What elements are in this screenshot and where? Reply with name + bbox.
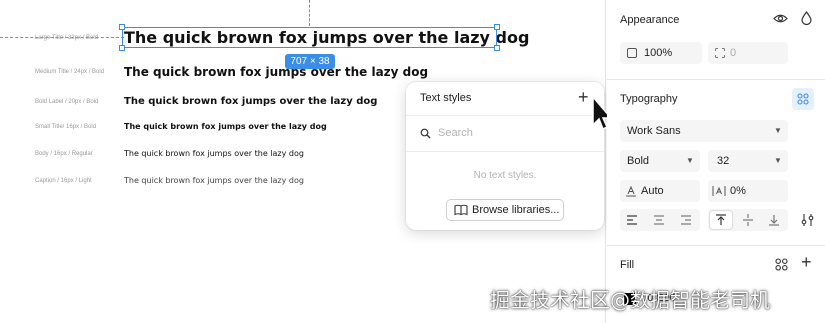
add-fill-plus-icon[interactable]: +	[801, 252, 812, 273]
font-size-select[interactable]: 32 ▼	[708, 150, 788, 172]
letter-spacing-field[interactable]: 0%	[708, 180, 788, 202]
line-height-field[interactable]: Auto	[620, 180, 700, 202]
type-settings-icon[interactable]	[801, 213, 815, 227]
resize-handle-top-right[interactable]	[494, 24, 500, 30]
row-label: Small Title/ 16px / Bold	[35, 124, 97, 130]
chevron-down-icon: ▼	[774, 126, 782, 135]
letter-spacing-icon	[712, 186, 726, 196]
row-label: Body / 16px / Regular	[35, 151, 93, 157]
section-divider	[607, 245, 825, 246]
drop-icon[interactable]	[801, 11, 812, 25]
align-bottom-icon[interactable]	[768, 214, 780, 226]
row-sample-text[interactable]: The quick brown fox jumps over the lazy …	[124, 65, 428, 79]
add-style-plus-icon[interactable]: +	[578, 88, 589, 106]
fill-styles-icon[interactable]	[775, 258, 788, 271]
align-left-icon[interactable]	[626, 214, 638, 226]
font-family-select[interactable]: Work Sans ▼	[620, 120, 788, 142]
appearance-section-title: Appearance	[620, 14, 680, 26]
row-sample-text[interactable]: The quick brown fox jumps over the lazy …	[124, 96, 377, 107]
popover-header: Text styles +	[406, 82, 604, 116]
row-sample-text[interactable]: The quick brown fox jumps over the lazy …	[124, 122, 327, 131]
row-sample-text[interactable]: The quick brown fox jumps over the lazy …	[124, 149, 304, 158]
align-middle-icon[interactable]	[742, 214, 754, 226]
row-label: Medium Title / 24px / Bold	[35, 69, 105, 75]
section-divider	[607, 79, 825, 80]
empty-state-text: No text styles.	[473, 170, 537, 181]
align-top-button[interactable]	[710, 211, 732, 229]
fill-section-title: Fill	[620, 259, 635, 271]
corner-radius-field[interactable]: 0	[708, 42, 788, 64]
font-size-value: 32	[717, 155, 730, 167]
letter-spacing-value: 0%	[730, 185, 746, 197]
styles-grid-button[interactable]	[792, 88, 814, 110]
vertical-guide	[309, 0, 310, 26]
font-weight-select[interactable]: Bold ▼	[620, 150, 700, 172]
row-label: Caption / 16px / Light	[35, 178, 92, 184]
align-right-icon[interactable]	[680, 214, 692, 226]
popover-title: Text styles	[420, 92, 472, 104]
opacity-icon	[627, 48, 637, 58]
row-label: Bold Label / 20px / Bold	[35, 99, 99, 105]
line-height-value: Auto	[641, 185, 664, 197]
horizontal-align-group	[620, 209, 700, 231]
watermark-text: 掘金技术社区@数据智能老司机	[490, 288, 770, 312]
search-icon	[420, 128, 431, 139]
typography-section-title: Typography	[620, 93, 678, 105]
row-label: Large Title / 32px / Bold	[35, 35, 99, 41]
align-center-icon[interactable]	[653, 214, 665, 226]
browse-libraries-button[interactable]: Browse libraries...	[446, 199, 564, 221]
chevron-down-icon: ▼	[686, 156, 694, 165]
opacity-field[interactable]: 100%	[620, 42, 702, 64]
resize-handle-top-left[interactable]	[119, 24, 125, 30]
align-top-icon	[716, 214, 726, 225]
vertical-align-group	[708, 209, 788, 231]
design-canvas[interactable]: Large Title / 32px / Bold The quick brow…	[0, 0, 613, 323]
font-weight-value: Bold	[627, 155, 650, 167]
book-icon	[454, 204, 468, 216]
text-styles-popover: Text styles + Search No text styles. Bro…	[406, 82, 604, 230]
corner-radius-value: 0	[730, 47, 737, 59]
row-sample-text[interactable]: The quick brown fox jumps over the lazy …	[124, 176, 304, 185]
resize-handle-bottom-left[interactable]	[119, 45, 125, 51]
opacity-value: 100%	[644, 47, 673, 59]
corner-radius-icon	[715, 48, 725, 58]
selection-box[interactable]	[122, 27, 497, 48]
style-search-field[interactable]: Search	[406, 116, 604, 152]
chevron-down-icon: ▼	[774, 156, 782, 165]
font-family-value: Work Sans	[627, 125, 681, 137]
eye-icon[interactable]	[773, 13, 788, 24]
search-input[interactable]: Search	[438, 127, 473, 139]
styles-grid-icon	[797, 93, 809, 105]
resize-handle-bottom-right[interactable]	[494, 45, 500, 51]
browse-libraries-label: Browse libraries...	[472, 204, 560, 216]
line-height-icon	[626, 185, 636, 197]
